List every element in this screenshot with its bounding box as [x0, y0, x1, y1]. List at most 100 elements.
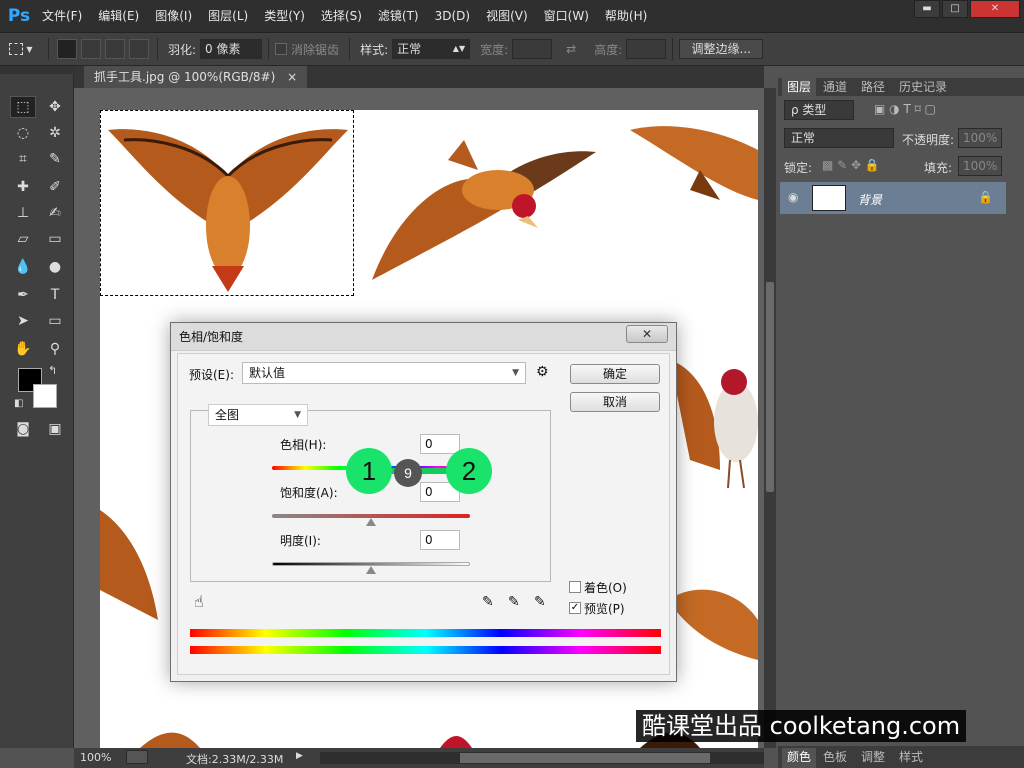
- layer-name[interactable]: 背景: [858, 191, 882, 208]
- hue-input[interactable]: 0: [420, 434, 460, 454]
- screen-mode-icon[interactable]: ▣: [42, 418, 68, 440]
- menu-item[interactable]: 窗口(W): [536, 0, 597, 32]
- status-icon[interactable]: [126, 750, 148, 764]
- background-color-swatch[interactable]: [33, 384, 57, 408]
- tab-layers[interactable]: 图层: [782, 78, 817, 96]
- quick-mask-icon[interactable]: ◙: [10, 418, 36, 440]
- filter-icons[interactable]: ▣ ◑ T ⌑ ▢: [874, 102, 994, 118]
- menu-item[interactable]: 滤镜(T): [370, 0, 427, 32]
- eyedropper-plus-icon[interactable]: ✎: [508, 594, 520, 610]
- dialog-title[interactable]: 色相/饱和度: [171, 323, 676, 351]
- new-selection-icon[interactable]: [57, 39, 77, 59]
- minimize-button[interactable]: ▬: [914, 0, 940, 18]
- hand-icon[interactable]: ✋: [10, 338, 36, 360]
- lasso-icon[interactable]: ◌: [10, 122, 36, 144]
- watermark: 酷课堂出品 coolketang.com: [636, 710, 967, 742]
- blend-mode-select[interactable]: 正常: [784, 128, 894, 148]
- subtract-selection-icon[interactable]: [105, 39, 125, 59]
- menu-item[interactable]: 编辑(E): [90, 0, 147, 32]
- blur-icon[interactable]: 💧: [10, 256, 36, 278]
- lock-icons[interactable]: ▩ ✎ ✥ 🔒: [822, 158, 880, 172]
- tab-channels[interactable]: 通道: [818, 78, 853, 96]
- move-tool-icon[interactable]: ✥: [42, 96, 68, 118]
- intersect-selection-icon[interactable]: [129, 39, 149, 59]
- fill-input[interactable]: 100%: [958, 156, 1002, 176]
- tab-adjustments[interactable]: 调整: [856, 748, 891, 768]
- style-value: 正常: [397, 42, 422, 56]
- marquee-tool-icon[interactable]: ▼: [0, 43, 42, 55]
- menu-item[interactable]: 文件(F): [34, 0, 90, 32]
- dialog-close-button[interactable]: ✕: [626, 325, 668, 343]
- crop-icon[interactable]: ⌗: [10, 148, 36, 170]
- bird-image: [668, 589, 758, 660]
- swap-icon[interactable]: ⇄: [566, 42, 576, 56]
- type-icon[interactable]: T: [42, 284, 68, 306]
- clone-stamp-icon[interactable]: ⊥: [10, 202, 36, 224]
- history-brush-icon[interactable]: ✍: [42, 202, 68, 224]
- zoom-icon[interactable]: ⚲: [42, 338, 68, 360]
- tab-paths[interactable]: 路径: [856, 78, 891, 96]
- horizontal-scrollbar[interactable]: [320, 752, 764, 764]
- gear-icon[interactable]: ⚙: [536, 364, 549, 380]
- menu-item[interactable]: 选择(S): [313, 0, 370, 32]
- vertical-scrollbar[interactable]: [764, 88, 776, 748]
- tab-color[interactable]: 颜色: [782, 748, 817, 768]
- opacity-input[interactable]: 100%: [958, 128, 1002, 148]
- maximize-button[interactable]: □: [942, 0, 968, 18]
- gradient-icon[interactable]: ▭: [42, 228, 68, 250]
- menu-item[interactable]: 图层(L): [200, 0, 256, 32]
- tab-close-icon[interactable]: ×: [287, 70, 297, 84]
- tab-styles[interactable]: 样式: [894, 748, 929, 768]
- lightness-slider-thumb[interactable]: [366, 566, 376, 574]
- bottom-panel-tabs: 颜色 色板 调整 样式: [778, 746, 1024, 768]
- brush-icon[interactable]: ✐: [42, 176, 68, 198]
- scrollbar-thumb[interactable]: [766, 282, 774, 492]
- lightness-input[interactable]: 0: [420, 530, 460, 550]
- colorize-checkbox[interactable]: [569, 581, 581, 593]
- layer-kind-filter[interactable]: ρ 类型: [784, 100, 854, 120]
- menu-item[interactable]: 类型(Y): [256, 0, 313, 32]
- close-button[interactable]: ✕: [970, 0, 1020, 18]
- path-selection-icon[interactable]: ➤: [10, 310, 36, 332]
- saturation-slider-thumb[interactable]: [366, 518, 376, 526]
- status-menu-arrow-icon[interactable]: ▶: [296, 751, 303, 761]
- magic-wand-icon[interactable]: ✲: [42, 122, 68, 144]
- eyedropper-icon[interactable]: ✎: [482, 594, 494, 610]
- pen-icon[interactable]: ✒: [10, 284, 36, 306]
- marquee-selection[interactable]: [100, 110, 354, 296]
- default-colors-icon[interactable]: ◧: [14, 398, 23, 409]
- tab-swatches[interactable]: 色板: [818, 748, 853, 768]
- menu-item[interactable]: 3D(D): [427, 0, 478, 32]
- select-arrow-icon: ▲▼: [452, 44, 466, 53]
- preview-checkbox[interactable]: ✓: [569, 602, 581, 614]
- style-select[interactable]: 正常 ▲▼: [392, 39, 471, 59]
- refine-edge-button[interactable]: 调整边缘...: [679, 39, 764, 59]
- zoom-level[interactable]: 100%: [80, 751, 111, 764]
- dodge-icon[interactable]: ●: [42, 256, 68, 278]
- healing-brush-icon[interactable]: ✚: [10, 176, 36, 198]
- menu-item[interactable]: 视图(V): [478, 0, 536, 32]
- visibility-eye-icon[interactable]: ◉: [788, 190, 798, 204]
- antialias-checkbox[interactable]: [275, 43, 288, 55]
- eraser-icon[interactable]: ▱: [10, 228, 36, 250]
- channel-select[interactable]: 全图 ▼: [208, 404, 308, 426]
- layer-row[interactable]: ◉ 背景 🔒: [780, 182, 1006, 214]
- menu-item[interactable]: 图像(I): [147, 0, 200, 32]
- swap-colors-icon[interactable]: ↰: [48, 364, 57, 377]
- rectangle-shape-icon[interactable]: ▭: [42, 310, 68, 332]
- rectangular-marquee-icon[interactable]: ⬚: [10, 96, 36, 118]
- eyedropper-icon[interactable]: ✎: [42, 148, 68, 170]
- tab-history[interactable]: 历史记录: [894, 78, 953, 96]
- cancel-button[interactable]: 取消: [570, 392, 660, 412]
- width-input[interactable]: [512, 39, 553, 59]
- targeted-adjustment-hand-icon[interactable]: ☝: [194, 592, 204, 611]
- ok-button[interactable]: 确定: [570, 364, 660, 384]
- add-selection-icon[interactable]: [81, 39, 101, 59]
- document-tab[interactable]: 抓手工具.jpg @ 100%(RGB/8#) ×: [84, 66, 308, 88]
- eyedropper-minus-icon[interactable]: ✎: [534, 594, 546, 610]
- scrollbar-thumb[interactable]: [460, 753, 710, 763]
- feather-input[interactable]: 0 像素: [200, 39, 263, 59]
- menu-item[interactable]: 帮助(H): [597, 0, 655, 32]
- height-input[interactable]: [626, 39, 667, 59]
- preset-select[interactable]: 默认值 ▼: [242, 362, 526, 384]
